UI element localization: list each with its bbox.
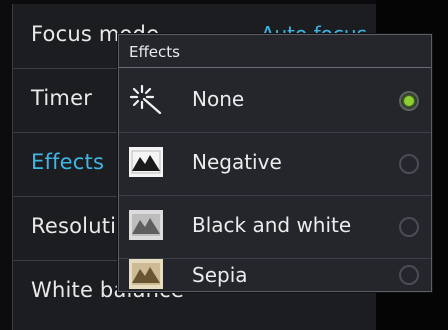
dialog-title-divider bbox=[119, 67, 431, 68]
effects-dialog: Effects None Negative Black and white Se… bbox=[118, 34, 432, 292]
radio-unselected[interactable] bbox=[399, 154, 419, 174]
effect-label: Negative bbox=[192, 150, 282, 174]
sepia-effect-icon bbox=[129, 259, 167, 293]
negative-effect-icon bbox=[129, 147, 167, 181]
effect-label: None bbox=[192, 87, 245, 111]
sparkle-icon bbox=[129, 84, 167, 118]
effect-option-none[interactable]: None bbox=[119, 70, 431, 133]
effect-label: Black and white bbox=[192, 213, 352, 237]
effect-label: Sepia bbox=[192, 263, 248, 287]
dialog-title: Effects bbox=[129, 43, 180, 61]
effect-option-black-and-white[interactable]: Black and white bbox=[119, 196, 431, 259]
radio-selected[interactable] bbox=[399, 91, 419, 111]
black-and-white-effect-icon bbox=[129, 210, 167, 244]
effect-option-negative[interactable]: Negative bbox=[119, 133, 431, 196]
radio-unselected[interactable] bbox=[399, 265, 419, 285]
setting-label: Timer bbox=[31, 86, 93, 110]
effect-option-sepia[interactable]: Sepia bbox=[119, 259, 431, 291]
setting-label: Effects bbox=[31, 150, 105, 174]
radio-unselected[interactable] bbox=[399, 217, 419, 237]
